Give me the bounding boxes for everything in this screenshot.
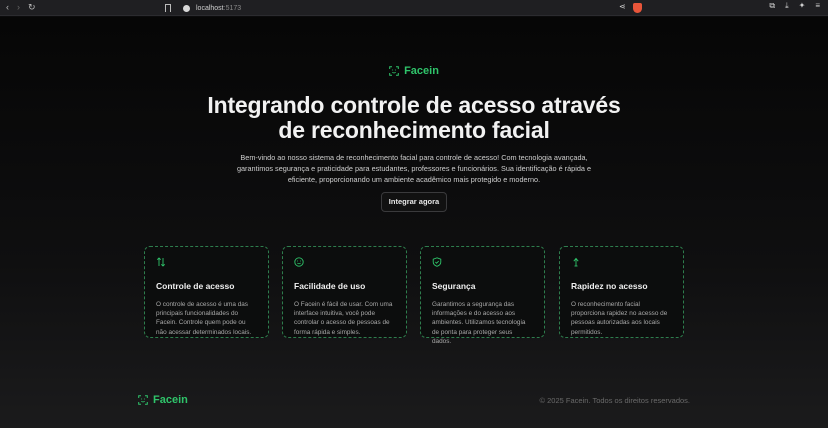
brand-name: Facein [404,65,439,77]
feature-text: O Facein é fácil de usar. Com uma interf… [294,301,393,336]
feature-title: Rapidez no acesso [571,281,648,291]
feature-title: Facilidade de uso [294,281,366,291]
arrow-up-icon [573,257,579,267]
feature-text: O reconhecimento facial proporciona rapi… [571,301,668,336]
feature-title: Segurança [432,281,476,291]
extensions-icon[interactable]: ⧉ [769,2,775,10]
brave-shield-icon[interactable] [633,3,642,13]
download-icon[interactable]: ⤓ [785,2,789,10]
copyright-text: © 2025 Facein. Todos os direitos reserva… [539,396,690,405]
footer-logo[interactable]: Facein [138,394,188,406]
feature-card-speed: Rapidez no acesso O reconhecimento facia… [559,246,684,338]
feature-card-security: Segurança Garantimos a segurança das inf… [420,246,545,345]
feature-text: Garantimos a segurança das informações e… [432,301,526,345]
feature-card-access-control: Controle de acesso O controle de acesso … [144,246,269,338]
hero-title-line2: de reconhecimento facial [278,117,550,143]
smile-icon [294,257,304,267]
bookmark-icon[interactable] [165,4,171,12]
feature-text: O controle de acesso é uma das principai… [156,301,252,336]
face-scan-icon [138,395,148,405]
face-scan-icon [389,66,399,76]
hero-title: Integrando controle de acesso através de… [0,93,828,143]
hero-description: Bem-vindo ao nosso sistema de reconhecim… [236,153,592,184]
url-text[interactable]: localhost:5173 [196,5,241,12]
hero-title-line1: Integrando controle de acesso através [207,92,621,118]
landing-page: Facein Integrando controle de acesso atr… [0,17,828,428]
reload-icon[interactable]: ↻ [28,3,36,12]
share-icon[interactable]: ⋖ [619,2,626,11]
footer-brand-name: Facein [153,394,188,406]
integrate-now-button[interactable]: Integrar agora [381,192,447,212]
browser-toolbar: ‹ › ↻ localhost:5173 ⋖ ⧉ ⤓ ✦ ≡ [0,0,828,16]
header-logo[interactable]: Facein [0,65,828,77]
menu-icon[interactable]: ≡ [815,2,820,10]
site-info-icon[interactable] [183,4,190,12]
back-icon[interactable]: ‹ [6,3,9,12]
arrows-swap-icon [156,257,166,267]
forward-icon[interactable]: › [17,3,20,12]
feature-card-ease-of-use: Facilidade de uso O Facein é fácil de us… [282,246,407,338]
address-bar[interactable]: localhost:5173 [165,2,645,14]
feature-title: Controle de acesso [156,281,235,291]
features-grid: Controle de acesso O controle de acesso … [144,246,684,345]
leo-icon[interactable]: ✦ [799,2,806,10]
shield-check-icon [432,257,442,267]
